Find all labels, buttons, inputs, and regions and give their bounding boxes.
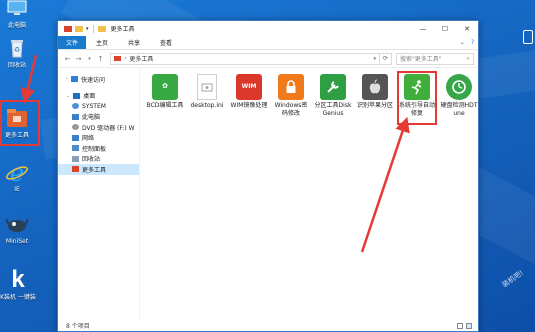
arrow-to-desktop-tool [20,54,38,104]
arrow-to-boot-repair [360,116,410,253]
annotation-arrows [20,54,410,253]
